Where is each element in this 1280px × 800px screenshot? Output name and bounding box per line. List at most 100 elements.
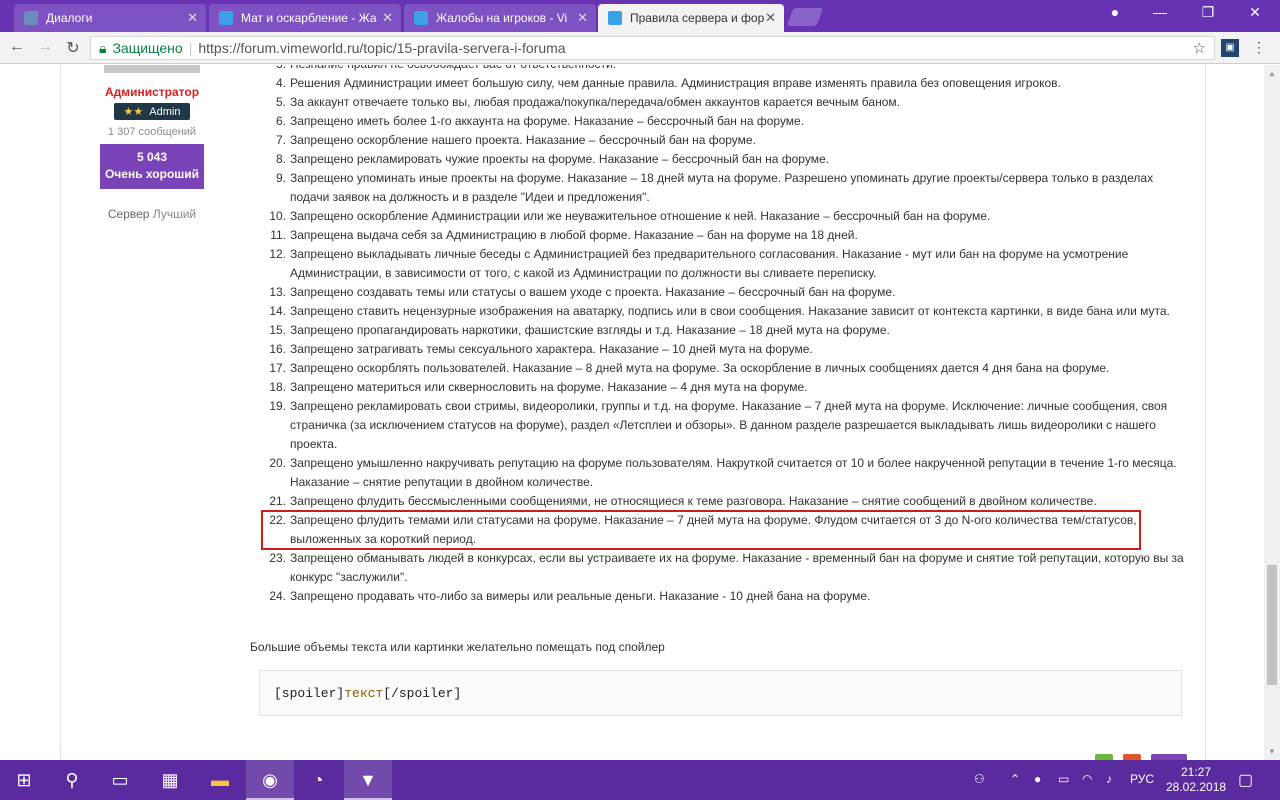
rule-text: Запрещено затрагивать темы сексуального … [290, 342, 813, 356]
rule-item: 23. Запрещено обманывать людей в конкурса… [262, 549, 1192, 587]
tab-close-icon[interactable]: ✕ [765, 10, 776, 26]
rule-number: 5. [275, 95, 286, 109]
group-badge: ★★ Admin [113, 103, 191, 120]
rule-item: 14. Запрещено ставить нецензурные изображ… [262, 302, 1192, 321]
tab-player-complaints[interactable]: Жалобы на игроков - Vi ✕ [404, 4, 596, 32]
code-open-tag: [spoiler] [274, 686, 345, 701]
tray-expand-icon[interactable]: ⌃ [1010, 772, 1020, 786]
badge-label: Admin [149, 106, 181, 118]
page-scrollbar[interactable]: ▲ ▼ [1264, 65, 1280, 760]
url-text: https://forum.vimeworld.ru/topic/15-prav… [198, 40, 566, 56]
vimeworld-favicon-icon [219, 11, 233, 25]
rule-text: Запрещено продавать что-либо за вимеры и… [290, 589, 871, 603]
close-window-icon[interactable]: ✕ [1243, 4, 1267, 21]
author-role: Администратор [104, 85, 200, 99]
tab-rules[interactable]: Правила сервера и фор ✕ [598, 4, 784, 32]
rule-text: Запрещено пропагандировать наркотики, фа… [290, 323, 890, 337]
scrollbar-thumb[interactable] [1267, 565, 1277, 685]
people-icon[interactable]: ⚇ [974, 772, 985, 786]
rule-number: 20. [269, 456, 286, 470]
server-label: Сервер [107, 207, 150, 221]
browser-menu-icon[interactable]: ⋮ [1252, 39, 1266, 56]
reload-icon[interactable]: ↻ [62, 38, 84, 58]
new-tab-button[interactable] [786, 8, 824, 26]
tab-close-icon[interactable]: ✕ [187, 10, 198, 26]
rule-item: 12. Запрещено выкладывать личные беседы с… [262, 245, 1192, 283]
notifications-icon[interactable]: ▢ [1238, 770, 1253, 790]
rule-item: 18. Запрещено материться или сквернослови… [262, 378, 1192, 397]
rule-text: Запрещено упоминать иные проекты на фору… [290, 171, 1154, 204]
rule-number: 24. [269, 589, 286, 603]
rule-item: 4. Решения Администрации имеет большую си… [262, 74, 1192, 93]
vimeworld-app-icon[interactable]: ▼ [344, 760, 392, 800]
rule-number: 14. [269, 304, 286, 318]
search-icon[interactable]: ⚲ [48, 760, 96, 800]
windows-start-icon[interactable]: ⊞ [0, 760, 48, 800]
scroll-down-icon[interactable]: ▼ [1268, 747, 1276, 756]
scroll-up-icon[interactable]: ▲ [1268, 69, 1276, 78]
chrome-icon[interactable]: ◉ [246, 760, 294, 800]
clock-date: 28.02.2018 [1166, 780, 1227, 794]
bookmark-star-icon[interactable]: ☆ [1193, 39, 1206, 57]
reputation-label: Очень хороший [104, 167, 200, 181]
rule-item: 15. Запрещено пропагандировать наркотики,… [262, 321, 1192, 340]
back-icon[interactable]: ← [6, 38, 28, 56]
avatar[interactable] [104, 65, 200, 73]
rule-item: 5. За аккаунт отвечаете только вы, любая … [262, 93, 1192, 112]
language-indicator[interactable]: РУС [1130, 772, 1154, 786]
rule-text: Запрещено рекламировать свои стримы, вид… [290, 399, 1168, 451]
extension-icon[interactable]: ▣ [1221, 39, 1239, 57]
rule-item: 8. Запрещено рекламировать чужие проекты … [262, 150, 1192, 169]
rule-number: 19. [269, 399, 286, 413]
rule-number: 8. [275, 152, 286, 166]
rule-text: За аккаунт отвечаете только вы, любая пр… [290, 95, 900, 109]
reputation-value: 5 043 [136, 150, 168, 164]
rule-text: Запрещено оскорблять пользователей. Нака… [290, 361, 1110, 375]
highlight-box [261, 510, 1141, 550]
vimeworld-favicon-icon [608, 11, 622, 25]
address-bar[interactable]: 🔒︎ Защищено | https://forum.vimeworld.ru/to… [90, 36, 1215, 60]
browser-tab-strip: Диалоги ✕ Мат и оскарбление - Жа ✕ Жалоб… [0, 0, 1280, 32]
volume-icon[interactable]: ♪ [1106, 772, 1112, 786]
rule-item: 3. Незнание правил не освобождает вас от … [262, 65, 1192, 74]
profile-icon[interactable]: ● [1103, 4, 1127, 20]
secure-label: Защищено [112, 40, 183, 56]
rank-stars-icon: ★★ [123, 106, 144, 118]
code-close-tag: [/spoiler] [383, 686, 462, 701]
rule-item: 7. Запрещено оскорбление нашего проекта. … [262, 131, 1192, 150]
reputation-box[interactable]: 5 043 Очень хороший [100, 144, 204, 189]
rule-number: 21. [269, 494, 286, 508]
network-icon[interactable]: ● [1034, 772, 1041, 786]
tab-title: Диалоги [46, 11, 93, 25]
tab-mat-complaint[interactable]: Мат и оскарбление - Жа ✕ [209, 4, 401, 32]
tab-close-icon[interactable]: ✕ [577, 10, 588, 26]
rule-number: 17. [269, 361, 286, 375]
rule-number: 16. [269, 342, 286, 356]
spoiler-note: Большие объемы текста или картинки желат… [250, 640, 665, 654]
server-value: Лучший [152, 207, 197, 221]
tab-title: Жалобы на игроков - Vi [436, 11, 568, 25]
vk-favicon-icon [24, 11, 38, 25]
rule-item: 21. Запрещено флудить бессмысленными сооб… [262, 492, 1192, 511]
task-view-icon[interactable]: ▭ [96, 760, 144, 800]
rule-text: Запрещена выдача себя за Администрацию в… [290, 228, 858, 242]
calculator-icon[interactable]: ▦ [146, 760, 194, 800]
wifi-icon[interactable]: ◠ [1082, 772, 1092, 786]
rule-text: Запрещено иметь более 1-го аккаунта на ф… [290, 114, 805, 128]
file-explorer-icon[interactable]: ▬ [196, 760, 244, 800]
browser-toolbar: ← → ↻ 🔒︎ Защищено | https://forum.vimeworld… [0, 32, 1280, 64]
tab-dialogs[interactable]: Диалоги ✕ [14, 4, 206, 32]
app-icon[interactable]: ◔ [294, 760, 342, 800]
restore-icon[interactable]: ❐ [1196, 4, 1220, 21]
rule-number: 13. [269, 285, 286, 299]
tab-title: Правила сервера и фор [630, 11, 765, 25]
rule-number: 18. [269, 380, 286, 394]
rule-number: 3. [262, 65, 286, 74]
battery-icon[interactable]: ▭ [1058, 772, 1069, 786]
system-clock[interactable]: 21:27 28.02.2018 [1166, 765, 1226, 795]
forward-icon[interactable]: → [34, 38, 56, 56]
post-count: 1 307 сообщений [107, 126, 197, 138]
divider: | [188, 40, 193, 56]
minimize-icon[interactable]: — [1148, 4, 1172, 20]
tab-close-icon[interactable]: ✕ [382, 10, 393, 26]
